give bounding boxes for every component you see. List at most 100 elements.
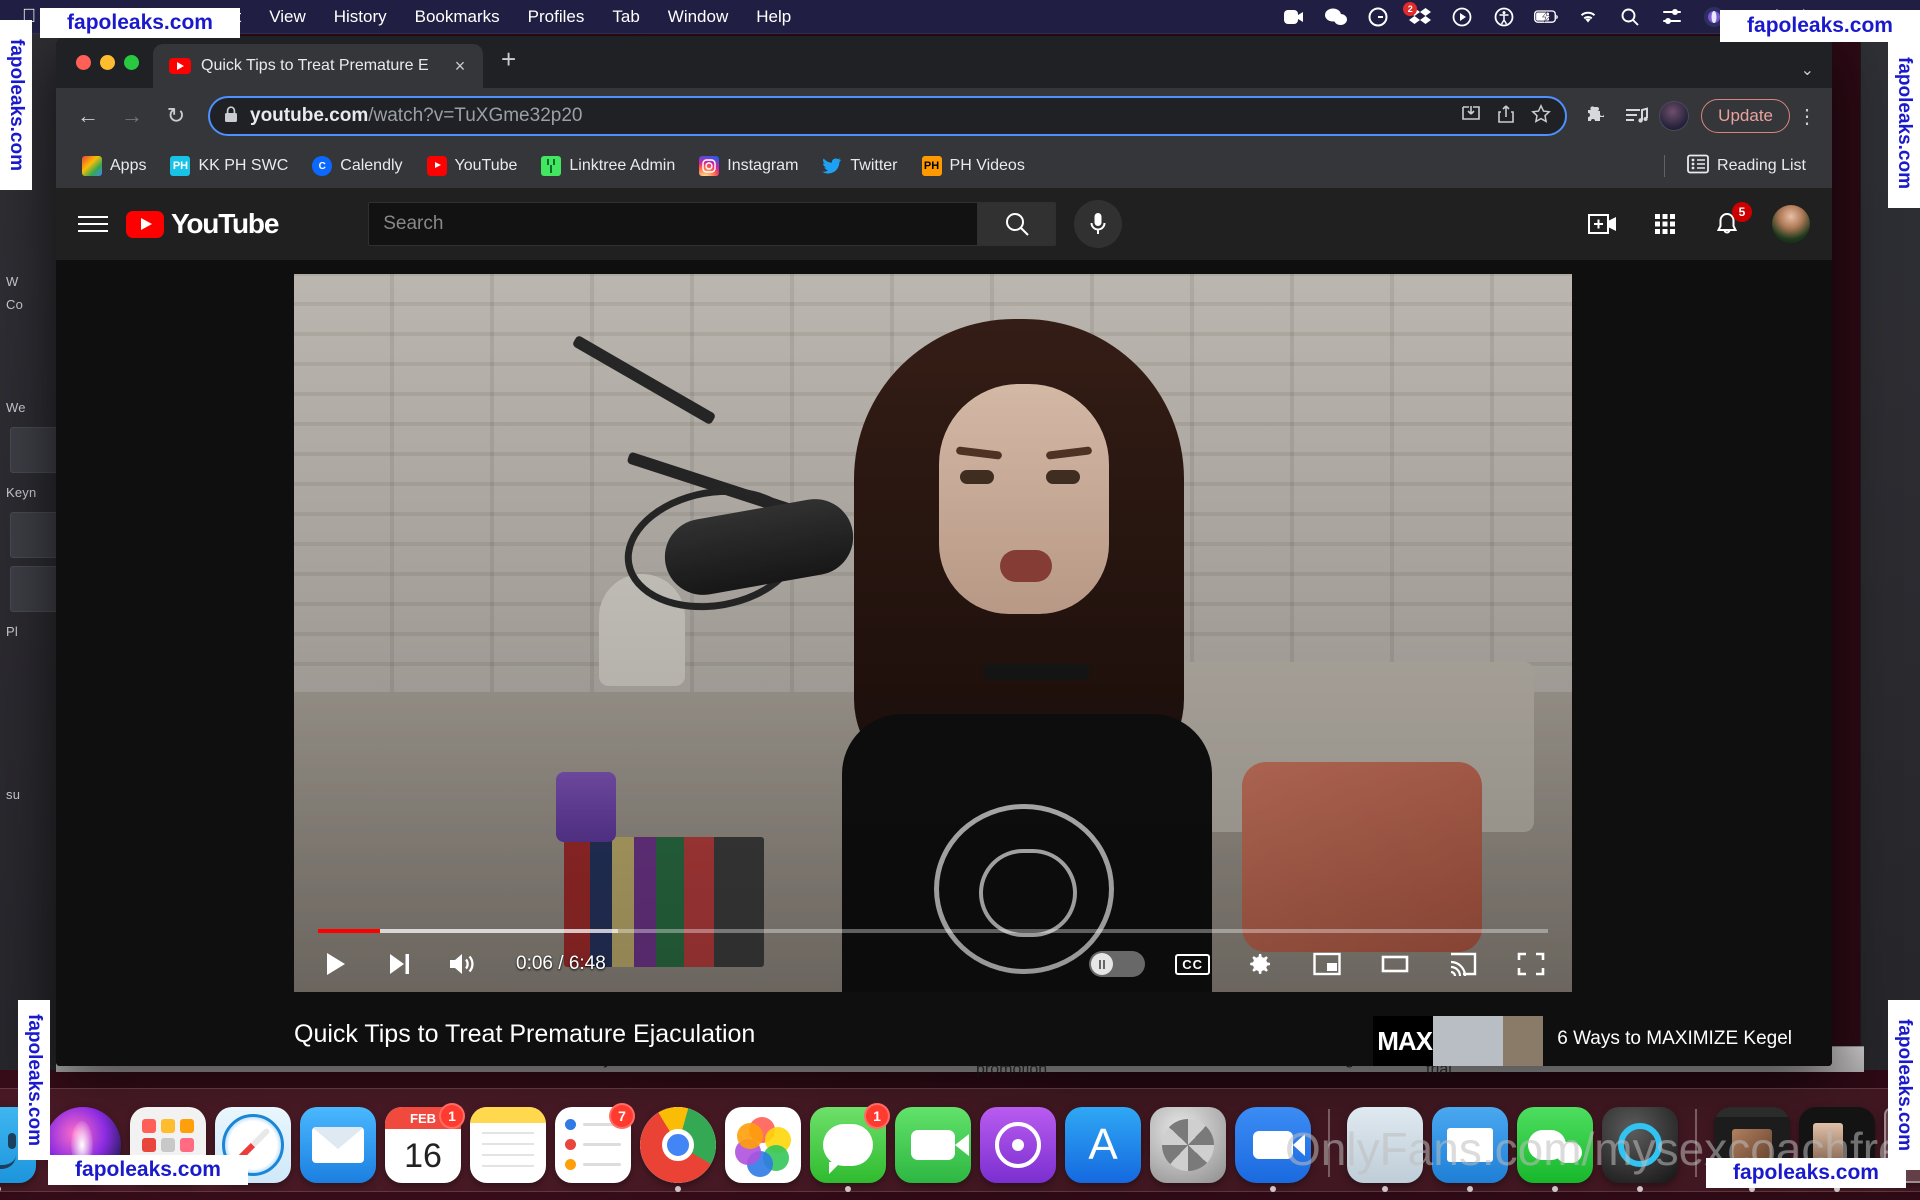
hamburger-menu-icon[interactable] [78,210,108,238]
bookmark-linktree-admin[interactable]: Linktree Admin [531,151,685,181]
bookmark-twitter[interactable]: Twitter [812,151,907,181]
dock-item-facetime[interactable] [895,1107,971,1183]
next-video-icon[interactable] [380,945,418,983]
menubar-item-profiles[interactable]: Profiles [514,7,599,27]
watermark-bottom-left-vertical: fapoleaks.com [18,1000,50,1160]
control-center-icon[interactable] [1660,5,1684,29]
update-button[interactable]: Update [1701,99,1790,133]
gear-icon[interactable] [1240,945,1278,983]
bookmark-youtube[interactable]: YouTube [417,151,528,181]
youtube-logo[interactable]: YouTube [126,208,279,240]
cast-icon[interactable] [1444,945,1482,983]
apps-grid-icon [82,156,102,176]
bell-icon[interactable]: 5 [1710,202,1752,241]
bookmarks-bar: Apps PH KK PH SWC C Calendly YouTube Lin… [56,144,1832,188]
youtube-header-right: 5 [1586,202,1810,243]
bookmark-instagram[interactable]: Instagram [689,151,808,181]
dock-item-calendar[interactable]: FEB 16 1 [385,1103,465,1183]
camera-video-icon[interactable] [1282,5,1306,29]
media-playlist-icon[interactable] [1619,98,1655,134]
progress-bar[interactable] [294,929,1572,934]
chevron-down-icon[interactable]: ⌄ [1801,60,1814,80]
bookmark-apps[interactable]: Apps [72,151,156,181]
dropbox-icon[interactable]: 2 [1403,1,1432,29]
miniplayer-icon[interactable] [1308,945,1346,983]
close-window-button[interactable] [76,54,91,70]
running-indicator [845,1186,851,1192]
profile-avatar-icon[interactable] [1659,101,1690,131]
puzzle-piece-icon[interactable] [1579,98,1615,134]
address-bar[interactable]: youtube.com/watch?v=TuXGme32p20 [208,96,1568,136]
reload-button[interactable]: ↻ [156,96,196,136]
browser-toolbar: ← → ↻ youtube.com/watch?v=TuXGme32p20 Up… [56,88,1832,144]
menubar-item-history[interactable]: History [320,7,401,27]
fullscreen-icon[interactable] [1512,945,1550,983]
back-button[interactable]: ← [68,96,108,136]
grammarly-icon[interactable] [1366,5,1390,29]
dock-item-mail[interactable] [300,1107,376,1183]
menubar-item-view[interactable]: View [255,7,320,27]
dock-item-podcasts[interactable] [980,1107,1056,1183]
watermark-bottom-right-vertical: fapoleaks.com [1888,1000,1920,1170]
video-title: Quick Tips to Treat Premature Ejaculatio… [294,1020,756,1048]
dock-item-reminders[interactable]: 7 [555,1103,635,1183]
share-icon[interactable] [1497,104,1515,129]
bookmark-ph-videos[interactable]: PH PH Videos [912,151,1035,181]
youtube-icon [426,156,447,176]
maximize-window-button[interactable] [124,54,139,70]
close-icon[interactable]: × [449,56,471,77]
search-input[interactable]: Search [368,202,979,246]
youtube-apps-grid-icon[interactable] [1648,207,1682,241]
battery-charging-icon[interactable] [1534,5,1559,29]
menubar-item-window[interactable]: Window [654,7,742,27]
running-indicator [1467,1186,1473,1192]
notification-count-badge: 5 [1732,202,1752,222]
dock-item-system-preferences[interactable] [1150,1107,1226,1183]
play-icon[interactable] [316,945,354,983]
accessibility-icon[interactable] [1492,5,1516,29]
search-button[interactable] [978,202,1057,246]
ph-icon: PH [170,156,191,176]
dock-item-notes[interactable] [470,1107,546,1183]
captions-button[interactable]: CC [1175,953,1210,975]
microphone-icon[interactable] [1074,200,1123,248]
bookmark-kk-ph-swc[interactable]: PH KK PH SWC [160,151,298,181]
kebab-menu-icon[interactable]: ⋮ [1794,104,1820,129]
wifi-icon[interactable] [1576,5,1600,29]
youtube-wordmark: YouTube [171,208,279,239]
minimize-window-button[interactable] [100,54,115,70]
install-icon[interactable] [1461,104,1481,129]
dock-item-chrome[interactable] [640,1107,716,1192]
tabstrip-right: ⌄ [1783,60,1832,88]
watch-layout: 0:06 / 6:48 CC [56,260,1832,1000]
avatar[interactable] [1772,205,1810,243]
tab-title: Quick Tips to Treat Premature E [201,57,429,74]
video-player[interactable]: 0:06 / 6:48 CC [294,274,1572,992]
bookmark-label: KK PH SWC [198,157,289,174]
volume-icon[interactable] [444,945,482,983]
autoplay-toggle[interactable] [1089,951,1146,977]
bookmark-calendly[interactable]: C Calendly [302,151,412,181]
divider [1664,155,1666,177]
menubar-item-tab[interactable]: Tab [598,7,653,27]
dock-item-photos[interactable] [725,1107,801,1183]
window-traffic-lights [70,36,153,88]
time-display: 0:06 / 6:48 [516,953,606,974]
menubar-item-help[interactable]: Help [742,7,805,27]
new-tab-button[interactable]: + [483,46,534,78]
dock-item-messages[interactable]: 1 [810,1103,890,1192]
theater-mode-icon[interactable] [1376,945,1414,983]
create-video-icon[interactable] [1586,207,1620,241]
browser-tab[interactable]: Quick Tips to Treat Premature E × [153,44,483,88]
play-circle-icon[interactable] [1450,5,1474,29]
bookmark-label: Twitter [850,157,898,174]
spotlight-search-icon[interactable] [1618,5,1642,29]
suggested-video[interactable]: MAX 6 Ways to MAXIMIZE Kegel [1373,1016,1792,1066]
bookmark-star-icon[interactable] [1531,103,1552,129]
menubar-item-bookmarks[interactable]: Bookmarks [401,7,514,27]
wechat-icon[interactable] [1324,5,1348,29]
forward-button[interactable]: → [112,96,152,136]
suggested-video-title: 6 Ways to MAXIMIZE Kegel [1557,1028,1792,1049]
reading-list-button[interactable]: Reading List [1677,149,1816,184]
dock-item-appstore[interactable]: A [1065,1107,1141,1183]
